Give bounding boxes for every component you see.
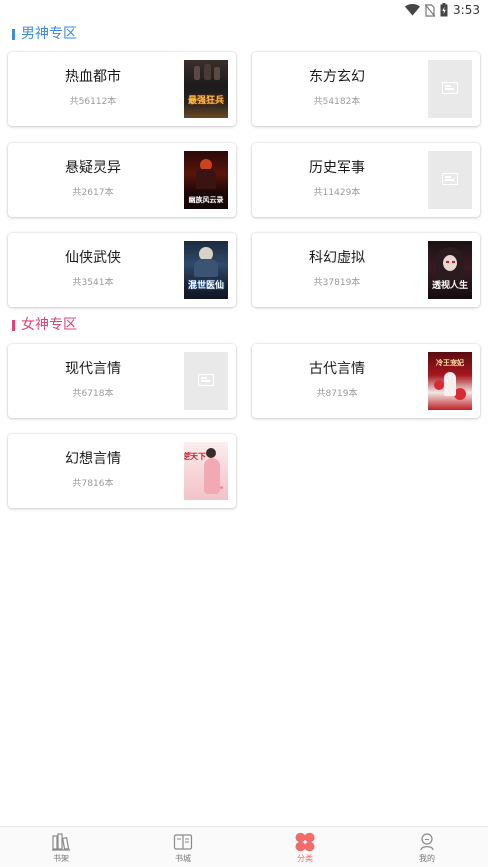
category-name: 科幻虚拟	[309, 250, 365, 266]
category-count: 共11429本	[313, 188, 361, 198]
image-placeholder-icon	[442, 82, 458, 94]
cover-title-text: 幽族风云录	[188, 196, 224, 204]
category-card-xuanhuan[interactable]: 东方玄幻 共54182本	[252, 52, 480, 126]
nav-label: 书城	[175, 854, 191, 863]
nav-item-bookshelf[interactable]: 书架	[0, 827, 122, 867]
book-cover-image: 凤逆天下	[184, 442, 228, 500]
section-header-female: 女神专区	[12, 315, 77, 335]
category-count: 共3541本	[72, 278, 114, 288]
image-placeholder-icon	[198, 374, 214, 386]
no-sim-icon	[425, 3, 436, 17]
bottom-navigation: 书架 书城 分类 我的	[0, 826, 488, 867]
book-cover-placeholder	[428, 60, 472, 118]
nav-item-bookstore[interactable]: 书城	[122, 827, 244, 867]
category-name: 幻想言情	[65, 451, 121, 467]
nav-item-profile[interactable]: 我的	[366, 827, 488, 867]
book-cover-image: 透视人生	[428, 241, 472, 299]
category-count: 共37819本	[313, 278, 361, 288]
wifi-icon	[405, 4, 421, 16]
category-count: 共7816本	[72, 479, 114, 489]
battery-charging-icon	[440, 3, 448, 17]
category-count: 共54182本	[313, 97, 361, 107]
category-count: 共8719本	[316, 389, 358, 399]
profile-icon	[420, 833, 434, 851]
book-cover-placeholder	[184, 352, 228, 410]
category-name: 仙侠武侠	[65, 250, 121, 266]
nav-item-category[interactable]: 分类	[244, 827, 366, 867]
bookstore-icon	[173, 834, 193, 850]
category-name: 热血都市	[65, 69, 121, 85]
category-card-suspense[interactable]: 悬疑灵异 共2617本 幽族风云录	[8, 143, 236, 217]
cover-title-text: 混世医仙	[187, 281, 224, 291]
category-card-xianxia[interactable]: 仙侠武侠 共3541本 混世医仙	[8, 233, 236, 307]
nav-label: 分类	[297, 854, 313, 863]
section-header-male: 男神专区	[12, 24, 77, 44]
status-bar: 3:53	[0, 0, 488, 20]
bookshelf-icon	[52, 833, 70, 851]
nav-label: 书架	[53, 854, 69, 863]
category-name: 古代言情	[309, 361, 365, 377]
category-card-urban[interactable]: 热血都市 共56112本 最强狂兵	[8, 52, 236, 126]
cover-title-text: 凤逆天下	[184, 452, 206, 461]
category-name: 历史军事	[309, 160, 365, 176]
category-icon	[295, 832, 315, 852]
book-cover-image: 幽族风云录	[184, 151, 228, 209]
cover-title-text: 最强狂兵	[187, 96, 224, 106]
category-card-modern-romance[interactable]: 现代言情 共6718本	[8, 344, 236, 418]
image-placeholder-icon	[442, 173, 458, 185]
section-accent-bar	[12, 28, 15, 40]
book-cover-image: 冷王宠妃	[428, 352, 472, 410]
category-name: 现代言情	[65, 361, 121, 377]
book-cover-placeholder	[428, 151, 472, 209]
category-card-scifi[interactable]: 科幻虚拟 共37819本 透视人生	[252, 233, 480, 307]
section-title: 男神专区	[21, 26, 77, 42]
cover-title-text: 透视人生	[431, 281, 468, 291]
section-title: 女神专区	[21, 317, 77, 333]
nav-label: 我的	[419, 854, 435, 863]
category-name: 悬疑灵异	[65, 160, 121, 176]
category-card-history[interactable]: 历史军事 共11429本	[252, 143, 480, 217]
status-time: 3:53	[453, 3, 480, 17]
category-count: 共2617本	[72, 188, 114, 198]
section-accent-bar	[12, 319, 15, 331]
category-count: 共56112本	[69, 97, 117, 107]
category-card-ancient-romance[interactable]: 古代言情 共8719本 冷王宠妃	[252, 344, 480, 418]
status-icons: 3:53	[405, 2, 480, 18]
category-card-fantasy-romance[interactable]: 幻想言情 共7816本 凤逆天下	[8, 434, 236, 508]
category-count: 共6718本	[72, 389, 114, 399]
book-cover-image: 混世医仙	[184, 241, 228, 299]
book-cover-image: 最强狂兵	[184, 60, 228, 118]
cover-title-text: 冷王宠妃	[436, 359, 464, 367]
category-name: 东方玄幻	[309, 69, 365, 85]
